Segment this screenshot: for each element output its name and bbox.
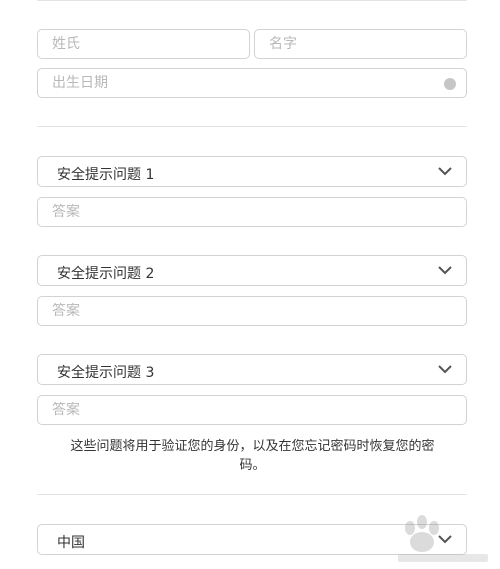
last-name-input[interactable] bbox=[38, 30, 249, 58]
birthday-input[interactable] bbox=[38, 69, 466, 97]
country-label: 中国 bbox=[57, 535, 85, 551]
security-question-2-select[interactable]: 安全提示问题 2 bbox=[37, 255, 467, 286]
birthday-field[interactable] bbox=[37, 68, 467, 98]
first-name-input[interactable] bbox=[255, 30, 466, 58]
answer-3-field[interactable] bbox=[37, 395, 467, 425]
answer-2-input[interactable] bbox=[38, 297, 466, 325]
last-name-field[interactable] bbox=[37, 29, 250, 59]
security-question-3-label: 安全提示问题 3 bbox=[57, 365, 155, 381]
watermark-logo bbox=[398, 515, 488, 562]
section-divider-1 bbox=[37, 126, 467, 127]
security-question-2-label: 安全提示问题 2 bbox=[57, 266, 155, 282]
chevron-down-icon bbox=[438, 266, 452, 275]
info-icon[interactable] bbox=[444, 78, 456, 90]
chevron-down-icon bbox=[438, 167, 452, 176]
answer-1-input[interactable] bbox=[38, 198, 466, 226]
answer-3-input[interactable] bbox=[38, 396, 466, 424]
security-question-1-select[interactable]: 安全提示问题 1 bbox=[37, 156, 467, 187]
security-note: 这些问题将用于验证您的身份，以及在您忘记密码时恢复您的密码。 bbox=[70, 439, 435, 473]
security-question-1-label: 安全提示问题 1 bbox=[57, 167, 155, 183]
first-name-field[interactable] bbox=[254, 29, 467, 59]
section-divider-2 bbox=[37, 494, 467, 495]
top-divider bbox=[37, 0, 467, 1]
security-question-3-select[interactable]: 安全提示问题 3 bbox=[37, 354, 467, 385]
answer-1-field[interactable] bbox=[37, 197, 467, 227]
account-form: 安全提示问题 1 安全提示问题 2 安全提示问题 3 这些问题将用于验证您的身份… bbox=[0, 0, 500, 569]
answer-2-field[interactable] bbox=[37, 296, 467, 326]
chevron-down-icon bbox=[438, 365, 452, 374]
